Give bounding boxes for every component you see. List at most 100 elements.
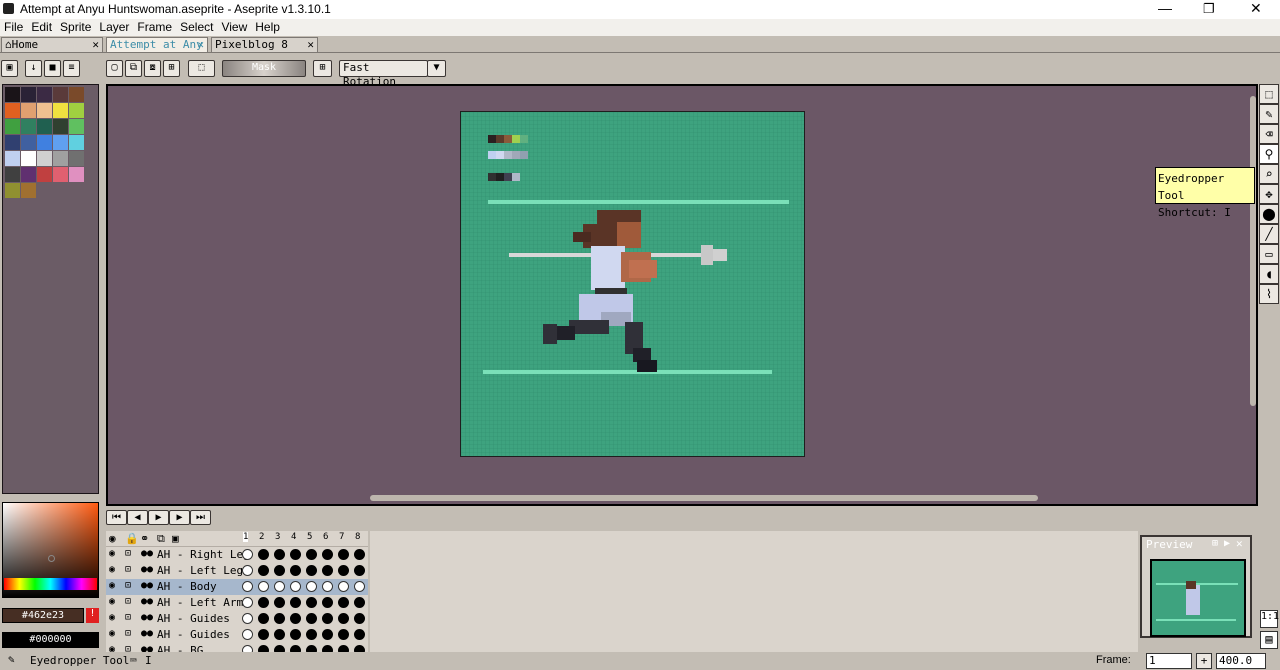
cel[interactable]: [242, 565, 253, 576]
frame-number[interactable]: 2: [259, 532, 264, 542]
arrow-down-icon[interactable]: ↓: [25, 60, 42, 77]
contour-icon[interactable]: ◖: [1259, 264, 1279, 284]
link-icon[interactable]: ●●: [141, 580, 153, 591]
cel[interactable]: [322, 565, 333, 576]
background-color[interactable]: #000000: [2, 632, 99, 648]
lock-icon[interactable]: ⊡: [125, 628, 131, 639]
frame-number[interactable]: 8: [355, 532, 360, 542]
close-tab-icon[interactable]: ✕: [92, 38, 99, 51]
cel[interactable]: [354, 565, 365, 576]
link-icon[interactable]: ●●: [141, 628, 153, 639]
palette-swatch[interactable]: [21, 151, 36, 166]
link-icon[interactable]: ●●: [141, 612, 153, 623]
link-icon[interactable]: ●●: [141, 564, 153, 575]
timeline-toggle-icon[interactable]: ▤: [1260, 631, 1278, 649]
cel[interactable]: [354, 549, 365, 560]
menu-layer[interactable]: Layer: [95, 19, 133, 35]
zoom-1to1-icon[interactable]: 1:1: [1260, 610, 1279, 628]
cel[interactable]: [242, 629, 253, 640]
palette-swatch[interactable]: [21, 135, 36, 150]
palette-swatch[interactable]: [69, 167, 84, 182]
cel[interactable]: [242, 613, 253, 624]
cel[interactable]: [290, 565, 301, 576]
palette-swatch[interactable]: [21, 183, 36, 198]
palette-swatch[interactable]: [69, 119, 84, 134]
maximize-icon[interactable]: ❐: [1203, 1, 1215, 17]
stop-icon[interactable]: ■: [44, 60, 61, 77]
cel[interactable]: [338, 629, 349, 640]
minimize-icon[interactable]: —: [1158, 0, 1172, 16]
frame-number[interactable]: 5: [307, 532, 312, 542]
frame-number[interactable]: 6: [323, 532, 328, 542]
cel[interactable]: [322, 581, 333, 592]
palette-swatch[interactable]: [5, 87, 20, 102]
frame-number[interactable]: 3: [275, 532, 280, 542]
cel[interactable]: [290, 549, 301, 560]
eyedropper-icon[interactable]: ⚲: [1259, 144, 1279, 164]
transparent-color-icon[interactable]: ⬚: [188, 60, 215, 77]
close-icon[interactable]: ✕: [1250, 0, 1262, 17]
frame-number[interactable]: 1: [243, 532, 249, 542]
palette-swatch[interactable]: [5, 135, 20, 150]
pivot-icon[interactable]: ⊞: [313, 60, 332, 77]
frame-icon[interactable]: ▣: [172, 532, 179, 545]
cel[interactable]: [306, 581, 317, 592]
menu-file[interactable]: File: [0, 19, 27, 35]
cel[interactable]: [242, 597, 253, 608]
cel[interactable]: [306, 565, 317, 576]
rectangular-marquee-icon[interactable]: ⬚: [1259, 84, 1279, 104]
cel[interactable]: [290, 613, 301, 624]
hue-slider[interactable]: [4, 578, 97, 590]
cel[interactable]: [354, 613, 365, 624]
cel[interactable]: [242, 581, 253, 592]
cel[interactable]: [290, 581, 301, 592]
warning-icon[interactable]: !: [86, 608, 99, 623]
cel[interactable]: [322, 629, 333, 640]
palette-swatch[interactable]: [37, 135, 52, 150]
palette-swatch[interactable]: [69, 103, 84, 118]
palette-swatch[interactable]: [53, 119, 68, 134]
palette-swatch[interactable]: [5, 103, 20, 118]
selection-subtract-icon[interactable]: ⧇: [144, 60, 161, 77]
selection-replace-icon[interactable]: ▢: [106, 60, 123, 77]
lock-icon[interactable]: ▣: [1, 60, 18, 77]
lock-icon[interactable]: ⊡: [125, 596, 131, 607]
cel[interactable]: [306, 597, 317, 608]
paint-bucket-icon[interactable]: ⬤: [1259, 204, 1279, 224]
play-icon[interactable]: ▶: [148, 510, 169, 525]
menu-edit[interactable]: Edit: [27, 19, 56, 35]
palette-swatch[interactable]: [69, 151, 84, 166]
palette-swatch[interactable]: [53, 87, 68, 102]
palette-swatch[interactable]: [53, 135, 68, 150]
vertical-scrollbar[interactable]: [1250, 96, 1256, 406]
link-icon[interactable]: ●●: [141, 548, 153, 559]
cel[interactable]: [354, 629, 365, 640]
zoom-icon[interactable]: ⌕: [1259, 164, 1279, 184]
eye-icon[interactable]: ◉: [109, 548, 115, 559]
eye-icon[interactable]: ◉: [109, 596, 115, 607]
cel[interactable]: [322, 549, 333, 560]
cel[interactable]: [274, 581, 285, 592]
zoom-input[interactable]: 400.0: [1216, 653, 1266, 669]
lock-icon[interactable]: ⊡: [125, 564, 131, 575]
sprite-canvas[interactable]: [460, 111, 805, 457]
layer-row[interactable]: ◉ ⊡ ●● AH - Body: [106, 579, 368, 596]
cel[interactable]: [258, 549, 269, 560]
cel[interactable]: [274, 613, 285, 624]
foreground-color[interactable]: #462e23: [2, 608, 84, 623]
palette-swatch[interactable]: [21, 167, 36, 182]
cel[interactable]: [354, 581, 365, 592]
cel[interactable]: [338, 549, 349, 560]
rotation-algorithm-select[interactable]: Fast Rotation: [339, 60, 428, 88]
palette-swatch[interactable]: [53, 151, 68, 166]
expand-icon[interactable]: ▶: [1224, 538, 1230, 549]
move-icon[interactable]: ✥: [1259, 184, 1279, 204]
cel[interactable]: [306, 549, 317, 560]
previous-frame-icon[interactable]: ◀: [127, 510, 148, 525]
cel[interactable]: [290, 629, 301, 640]
cel[interactable]: [338, 613, 349, 624]
palette-swatch[interactable]: [5, 119, 20, 134]
palette-swatch[interactable]: [37, 119, 52, 134]
palette-swatch[interactable]: [21, 87, 36, 102]
chevron-down-icon[interactable]: ▼: [427, 60, 446, 77]
